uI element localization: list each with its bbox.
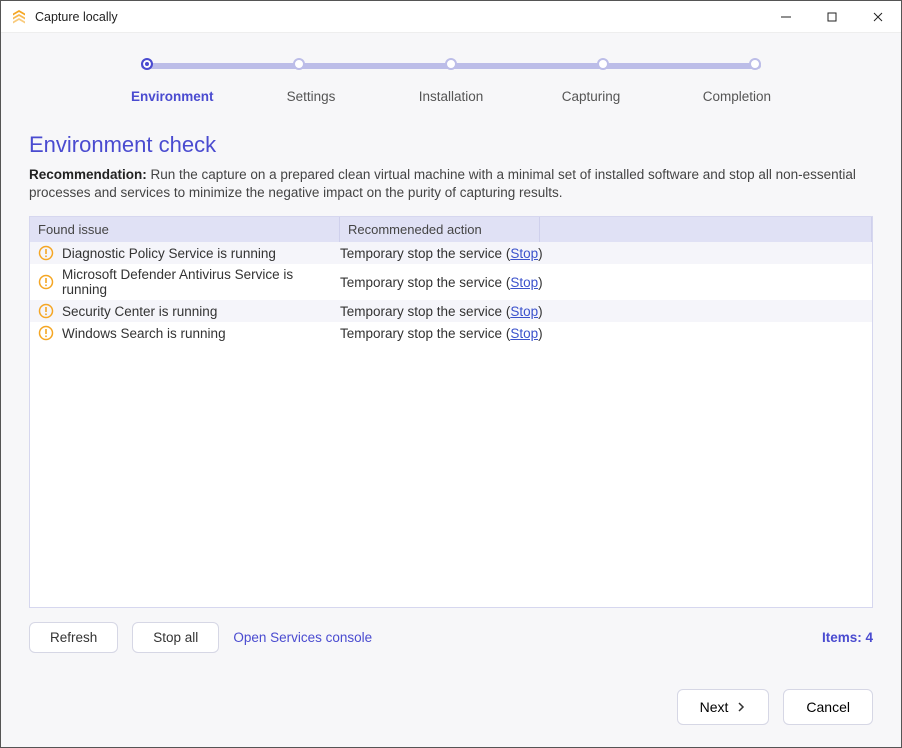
issue-text: Windows Search is running — [62, 326, 226, 341]
window-title: Capture locally — [35, 10, 118, 24]
warning-icon — [38, 274, 54, 290]
warning-icon — [38, 245, 54, 261]
warning-icon — [38, 325, 54, 341]
step-label-completion: Completion — [671, 89, 771, 104]
recommendation-text: Recommendation: Run the capture on a pre… — [29, 166, 873, 202]
issues-table: Found issue Recommeneded action Diagnost… — [29, 216, 873, 608]
step-dot-environment — [141, 58, 153, 70]
step-dot-settings — [293, 58, 305, 70]
cancel-button[interactable]: Cancel — [783, 689, 873, 725]
stop-link[interactable]: Stop — [510, 246, 538, 261]
wizard-stepper: Environment Settings Installation Captur… — [131, 59, 771, 104]
issue-text: Security Center is running — [62, 304, 217, 319]
issue-text: Diagnostic Policy Service is running — [62, 246, 276, 261]
app-icon — [11, 9, 27, 25]
action-text: Temporary stop the service ( — [340, 304, 510, 319]
column-header-empty[interactable] — [540, 217, 872, 242]
close-button[interactable] — [855, 1, 901, 33]
minimize-button[interactable] — [763, 1, 809, 33]
issue-text: Microsoft Defender Antivirus Service is … — [62, 267, 340, 297]
stop-link[interactable]: Stop — [510, 275, 538, 290]
step-label-installation: Installation — [391, 89, 511, 104]
table-row[interactable]: Diagnostic Policy Service is running Temp… — [30, 242, 872, 264]
stop-all-button[interactable]: Stop all — [132, 622, 219, 653]
step-dot-completion — [749, 58, 761, 70]
step-dot-capturing — [597, 58, 609, 70]
action-text: Temporary stop the service ( — [340, 326, 510, 341]
step-label-environment: Environment — [131, 89, 231, 104]
stop-link[interactable]: Stop — [510, 326, 538, 341]
page-title: Environment check — [29, 132, 873, 158]
step-dot-installation — [445, 58, 457, 70]
maximize-button[interactable] — [809, 1, 855, 33]
refresh-button[interactable]: Refresh — [29, 622, 118, 653]
next-button[interactable]: Next — [677, 689, 770, 725]
open-services-link[interactable]: Open Services console — [233, 630, 372, 645]
next-button-label: Next — [700, 699, 729, 715]
action-text: Temporary stop the service ( — [340, 275, 510, 290]
stop-link[interactable]: Stop — [510, 304, 538, 319]
column-header-issue[interactable]: Found issue — [30, 217, 340, 242]
column-header-action[interactable]: Recommeneded action — [340, 217, 540, 242]
recommendation-label: Recommendation: — [29, 167, 151, 182]
table-header: Found issue Recommeneded action — [30, 217, 872, 242]
step-label-settings: Settings — [251, 89, 371, 104]
step-label-capturing: Capturing — [531, 89, 651, 104]
action-text: Temporary stop the service ( — [340, 246, 510, 261]
table-row[interactable]: Security Center is running Temporary stop… — [30, 300, 872, 322]
table-row[interactable]: Microsoft Defender Antivirus Service is … — [30, 264, 872, 300]
recommendation-body: Run the capture on a prepared clean virt… — [29, 167, 856, 200]
warning-icon — [38, 303, 54, 319]
table-row[interactable]: Windows Search is running Temporary stop … — [30, 322, 872, 344]
chevron-right-icon — [736, 702, 746, 712]
items-count: Items: 4 — [822, 630, 873, 645]
titlebar: Capture locally — [1, 1, 901, 33]
